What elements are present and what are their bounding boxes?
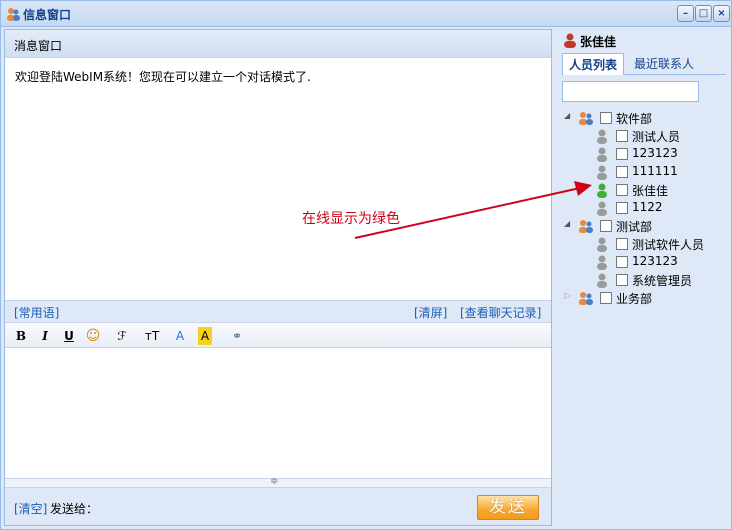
editor-toolbar: B I U ☺ ℱ тT A A ⚭ xyxy=(5,322,551,348)
contact-tabs: 人员列表 最近联系人 xyxy=(562,53,726,75)
member-label: 系统管理员 xyxy=(632,274,693,288)
tree-dept[interactable]: ◢ 软件部 xyxy=(564,109,724,127)
im-window: 信息窗口 – □ × 消息窗口 欢迎登陆WebIM系统！您现在可以建立一个对话模… xyxy=(0,0,732,530)
send-button[interactable]: 发送 xyxy=(477,495,539,520)
tree-dept[interactable]: ◢ 测试部 xyxy=(564,217,724,235)
person-offline-icon xyxy=(597,273,607,288)
window-title: 信息窗口 xyxy=(23,8,72,22)
message-area: 欢迎登陆WebIM系统！您现在可以建立一个对话模式了. xyxy=(5,58,551,328)
close-button[interactable]: × xyxy=(713,5,730,22)
dept-label: 测试部 xyxy=(616,220,653,234)
member-checkbox[interactable] xyxy=(616,202,628,214)
contact-search-input[interactable] xyxy=(562,81,699,102)
tab-contacts[interactable]: 人员列表 xyxy=(562,53,625,75)
member-label: 123123 xyxy=(632,254,678,268)
dept-label: 业务部 xyxy=(616,292,653,306)
contact-panel: 张佳佳 人员列表 最近联系人 ◢ 软件部 测试人员 123123 111111 … xyxy=(556,29,730,526)
user-icon xyxy=(564,33,576,48)
clear-screen-link[interactable]: [清屏] xyxy=(414,304,447,321)
chat-panel: 消息窗口 欢迎登陆WebIM系统！您现在可以建立一个对话模式了. [常用语] [… xyxy=(4,29,552,526)
person-offline-icon xyxy=(597,255,607,270)
resize-handle[interactable]: ≑ xyxy=(5,476,551,488)
clear-link[interactable]: [清空] xyxy=(14,500,47,517)
dept-checkbox[interactable] xyxy=(600,220,612,232)
maximize-icon: □ xyxy=(698,8,709,19)
minimize-icon: – xyxy=(683,8,688,19)
member-checkbox[interactable] xyxy=(616,148,628,160)
tree-member[interactable]: 123123 xyxy=(594,145,724,163)
member-label: 张佳佳 xyxy=(632,184,669,198)
member-label: 1122 xyxy=(632,200,663,214)
person-offline-icon xyxy=(597,201,607,216)
font-size-button[interactable]: тT xyxy=(141,327,163,345)
bold-button[interactable]: B xyxy=(14,327,28,345)
resize-icon: ≑ xyxy=(270,476,279,487)
person-offline-icon xyxy=(597,237,607,252)
tree-dept[interactable]: ▷ 业务部 xyxy=(564,289,724,307)
tree-member[interactable]: 1122 xyxy=(594,199,724,217)
member-checkbox[interactable] xyxy=(616,274,628,286)
message-text: 欢迎登陆WebIM系统！您现在可以建立一个对话模式了. xyxy=(15,70,311,84)
tab-recent[interactable]: 最近联系人 xyxy=(628,53,700,75)
person-offline-icon xyxy=(597,165,607,180)
italic-button[interactable]: I xyxy=(38,327,52,345)
tree-member[interactable]: 张佳佳 xyxy=(594,181,724,199)
underline-button[interactable]: U xyxy=(62,327,76,345)
annotation-text: 在线显示为绿色 xyxy=(302,211,400,227)
expanded-arrow-icon[interactable]: ◢ xyxy=(564,111,570,120)
person-offline-icon xyxy=(597,147,607,162)
group-icon xyxy=(579,292,593,305)
link-button[interactable]: ⚭ xyxy=(228,327,246,345)
member-checkbox[interactable] xyxy=(616,130,628,142)
minimize-button[interactable]: – xyxy=(677,5,694,22)
group-icon xyxy=(579,112,593,125)
tree-member[interactable]: 测试软件人员 xyxy=(594,235,724,253)
collapsed-arrow-icon[interactable]: ▷ xyxy=(564,291,571,301)
member-label: 111111 xyxy=(632,164,678,178)
member-label: 测试人员 xyxy=(632,130,681,144)
tree-member[interactable]: 测试人员 xyxy=(594,127,724,145)
font-color-button[interactable]: A xyxy=(171,327,189,345)
dept-checkbox[interactable] xyxy=(600,112,612,124)
tree-member[interactable]: 123123 xyxy=(594,253,724,271)
person-offline-icon xyxy=(597,129,607,144)
member-checkbox[interactable] xyxy=(616,256,628,268)
message-input[interactable] xyxy=(5,348,551,480)
dept-label: 软件部 xyxy=(616,112,653,126)
users-icon xyxy=(7,8,20,21)
tree-member[interactable]: 111111 xyxy=(594,163,724,181)
expanded-arrow-icon[interactable]: ◢ xyxy=(564,219,570,228)
current-user-name: 张佳佳 xyxy=(580,35,617,49)
emoji-button[interactable]: ☺ xyxy=(85,327,101,345)
highlight-button[interactable]: A xyxy=(198,327,212,345)
member-label: 测试软件人员 xyxy=(632,238,705,252)
chat-header: 消息窗口 xyxy=(5,30,551,58)
chat-footer: [清空] 发送给： 发送 xyxy=(5,488,551,525)
group-icon xyxy=(579,220,593,233)
member-checkbox[interactable] xyxy=(616,238,628,250)
font-family-button[interactable]: ℱ xyxy=(111,327,133,345)
member-label: 123123 xyxy=(632,146,678,160)
member-checkbox[interactable] xyxy=(616,184,628,196)
send-to-label: 发送给： xyxy=(50,502,99,516)
quick-bar: [常用语] [清屏] [查看聊天记录] xyxy=(5,300,551,322)
close-icon: × xyxy=(717,8,726,19)
person-online-icon xyxy=(597,183,607,198)
tree-member[interactable]: 系统管理员 xyxy=(594,271,724,289)
quick-phrases-link[interactable]: [常用语] xyxy=(14,304,59,321)
chat-header-title: 消息窗口 xyxy=(14,39,63,53)
title-bar[interactable]: 信息窗口 – □ × xyxy=(1,1,731,27)
maximize-button[interactable]: □ xyxy=(695,5,712,22)
member-checkbox[interactable] xyxy=(616,166,628,178)
view-history-link[interactable]: [查看聊天记录] xyxy=(460,304,541,321)
dept-checkbox[interactable] xyxy=(600,292,612,304)
